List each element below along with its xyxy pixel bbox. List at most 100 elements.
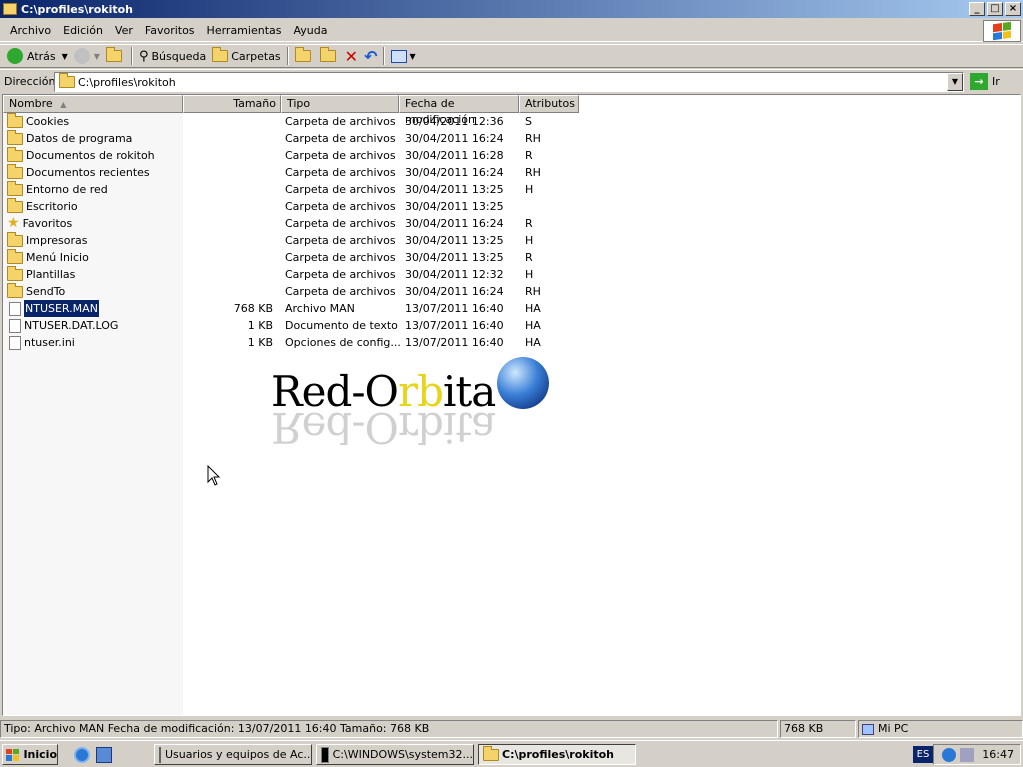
file-name-cell[interactable]: Plantillas: [7, 265, 75, 283]
chevron-down-icon[interactable]: ▼: [94, 52, 100, 61]
address-dropdown-button[interactable]: ▼: [947, 73, 963, 91]
go-button[interactable]: → Ir: [970, 73, 1000, 90]
file-name-cell[interactable]: Cookies: [7, 112, 69, 130]
column-attributes[interactable]: Atributos: [519, 95, 579, 113]
task-active-directory-users[interactable]: Usuarios y equipos de Ac...: [154, 744, 312, 765]
file-row[interactable]: Entorno de red Carpeta de archivos 30/04/2…: [3, 180, 583, 198]
menu-edicion[interactable]: Edición: [57, 24, 109, 37]
windows-logo-icon: [983, 20, 1021, 42]
column-type[interactable]: Tipo: [281, 95, 399, 113]
file-row[interactable]: Documentos recientes Carpeta de archivos 3…: [3, 163, 583, 181]
folders-icon: [212, 47, 229, 62]
undo-button[interactable]: ↶: [361, 45, 380, 67]
security-icon[interactable]: [960, 747, 975, 762]
folders-button[interactable]: Carpetas: [209, 45, 283, 67]
undo-icon: ↶: [364, 46, 378, 66]
file-type-cell: Carpeta de archivos: [285, 115, 396, 128]
quicklaunch-icon[interactable]: [96, 747, 112, 763]
file-name-cell[interactable]: Escritorio: [7, 197, 78, 215]
folder-icon: [483, 745, 499, 761]
forward-button[interactable]: ▼: [71, 45, 103, 67]
folder-icon: [7, 112, 23, 128]
maximize-button[interactable]: □: [987, 2, 1003, 16]
minimize-button[interactable]: _: [969, 2, 985, 16]
toolbar-divider: [383, 47, 386, 65]
menu-favoritos[interactable]: Favoritos: [139, 24, 201, 37]
file-name-cell[interactable]: ★ Favoritos: [7, 215, 72, 232]
copy-to-button[interactable]: [317, 45, 342, 67]
file-row[interactable]: SendTo Carpeta de archivos 30/04/2011 16:2…: [3, 282, 583, 300]
file-row[interactable]: Escritorio Carpeta de archivos 30/04/2011 …: [3, 197, 583, 215]
file-name-cell[interactable]: ntuser.ini: [7, 334, 75, 351]
back-arrow-icon: [7, 48, 23, 64]
file-row[interactable]: Documentos de rokitoh Carpeta de archivos…: [3, 146, 583, 164]
back-button[interactable]: Atrás ▼: [4, 45, 71, 67]
address-input[interactable]: C:\profiles\rokitoh ▼: [54, 72, 964, 92]
file-row[interactable]: NTUSER.MAN 768 KB Archivo MAN 13/07/2011 16…: [3, 299, 583, 318]
toolbar-divider: [130, 47, 133, 65]
file-name-cell[interactable]: Entorno de red: [7, 180, 108, 198]
file-type-cell: Carpeta de archivos: [285, 149, 396, 162]
close-button[interactable]: ×: [1005, 2, 1021, 16]
search-label: Búsqueda: [151, 49, 207, 63]
file-date-cell: 30/04/2011 13:25: [405, 251, 504, 264]
file-attr-cell: HA: [525, 336, 541, 349]
file-type-cell: Carpeta de archivos: [285, 217, 396, 230]
file-attr-cell: H: [525, 268, 534, 281]
file-attr-cell: H: [525, 183, 534, 196]
folder-icon: [7, 231, 23, 247]
search-button[interactable]: ⚲ Búsqueda: [136, 45, 209, 67]
ini-file-icon: [9, 335, 21, 350]
title-bar[interactable]: C:\profiles\rokitoh _ □ ×: [0, 0, 1023, 18]
task-explorer[interactable]: C:\profiles\rokitoh: [478, 744, 636, 765]
address-value: C:\profiles\rokitoh: [78, 75, 176, 89]
mouse-cursor-icon: [207, 465, 221, 486]
column-modified[interactable]: Fecha de modificación: [399, 95, 519, 126]
file-name-cell[interactable]: Datos de programa: [7, 129, 132, 147]
internet-explorer-icon[interactable]: [74, 747, 90, 763]
forward-arrow-icon: [73, 48, 90, 64]
start-button[interactable]: Inicio: [2, 744, 58, 765]
system-tray: 16:47: [933, 744, 1021, 765]
move-to-button[interactable]: [292, 45, 317, 67]
menu-archivo[interactable]: Archivo: [4, 24, 57, 37]
menu-herramientas[interactable]: Herramientas: [201, 24, 288, 37]
menu-ayuda[interactable]: Ayuda: [287, 24, 333, 37]
column-name[interactable]: Nombre ▲: [3, 95, 183, 113]
file-row[interactable]: ntuser.ini 1 KB Opciones de config... 13/07…: [3, 334, 583, 351]
task-command-prompt[interactable]: C:\WINDOWS\system32...: [316, 744, 474, 765]
up-folder-button[interactable]: [103, 45, 128, 67]
file-row[interactable]: Menú Inicio Carpeta de archivos 30/04/2011…: [3, 248, 583, 266]
file-date-cell: 30/04/2011 16:24: [405, 285, 504, 298]
globe-icon: [497, 357, 549, 409]
computer-icon: [862, 723, 874, 735]
chevron-down-icon[interactable]: ▼: [62, 52, 68, 61]
views-button[interactable]: ▼: [388, 45, 418, 67]
file-row[interactable]: ★ Favoritos Carpeta de archivos 30/04/2011 …: [3, 215, 583, 232]
column-headers: Nombre ▲ Tamaño Tipo Fecha de modificaci…: [3, 95, 579, 126]
file-row[interactable]: Cookies Carpeta de archivos 30/04/2011 12:…: [3, 112, 583, 130]
file-attr-cell: RH: [525, 166, 541, 179]
file-row[interactable]: Impresoras Carpeta de archivos 30/04/2011 …: [3, 231, 583, 249]
go-arrow-icon: →: [970, 73, 988, 90]
file-type-cell: Carpeta de archivos: [285, 268, 396, 281]
file-row[interactable]: Plantillas Carpeta de archivos 30/04/2011 …: [3, 265, 583, 283]
file-name-cell[interactable]: Documentos recientes: [7, 163, 150, 181]
folders-label: Carpetas: [231, 49, 281, 63]
file-name-cell[interactable]: Impresoras: [7, 231, 87, 249]
file-row[interactable]: Datos de programa Carpeta de archivos 30/0…: [3, 129, 583, 147]
delete-button[interactable]: ✕: [342, 45, 361, 67]
column-size[interactable]: Tamaño: [183, 95, 281, 113]
file-name-cell[interactable]: Menú Inicio: [7, 248, 89, 266]
delete-icon: ✕: [344, 46, 359, 66]
file-name-cell[interactable]: SendTo: [7, 282, 65, 300]
menu-ver[interactable]: Ver: [109, 24, 139, 37]
file-name-cell[interactable]: NTUSER.DAT.LOG: [7, 317, 118, 334]
file-attr-cell: S: [525, 115, 532, 128]
file-name-cell[interactable]: NTUSER.MAN: [7, 299, 100, 318]
file-list-view[interactable]: Nombre ▲ Tamaño Tipo Fecha de modificaci…: [2, 94, 1021, 716]
file-name-cell[interactable]: Documentos de rokitoh: [7, 146, 155, 164]
file-row[interactable]: NTUSER.DAT.LOG 1 KB Documento de texto 13/0…: [3, 317, 583, 334]
language-indicator[interactable]: ES: [913, 746, 933, 763]
network-icon[interactable]: [942, 747, 957, 762]
